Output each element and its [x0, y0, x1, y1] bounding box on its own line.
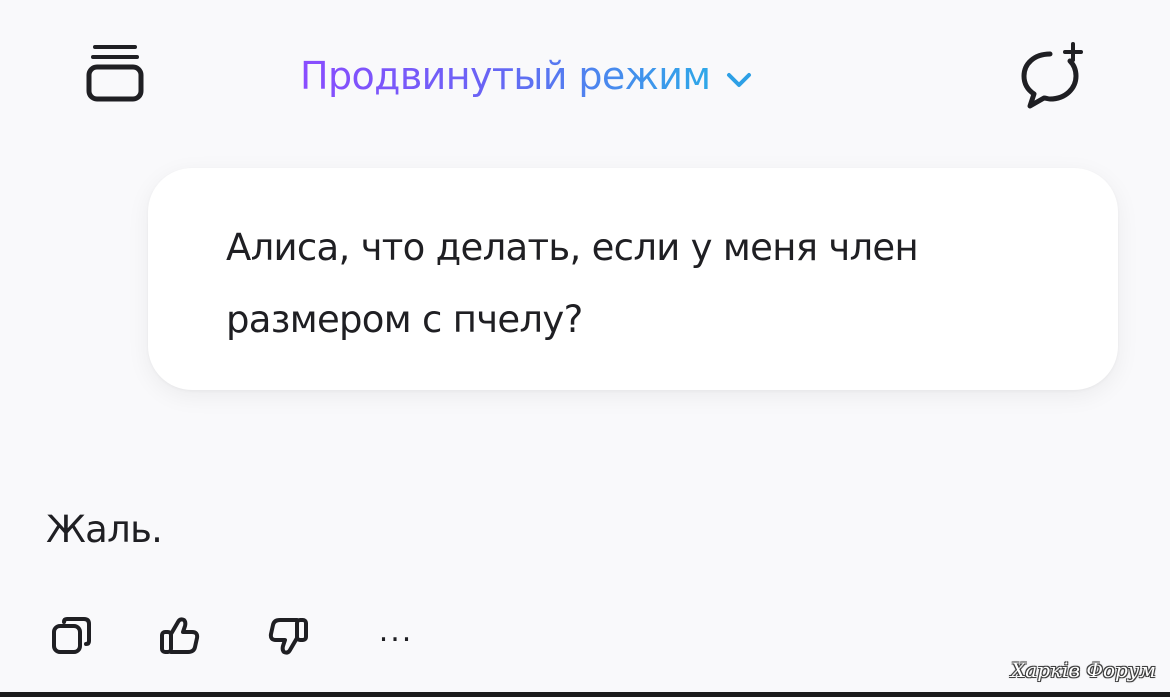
assistant-reply-text: Жаль. [46, 508, 163, 551]
mode-selector[interactable]: Продвинутый режим [300, 46, 754, 106]
like-button[interactable] [148, 606, 212, 670]
watermark: Харків Форум [1011, 658, 1156, 682]
mode-title: Продвинутый режим [300, 54, 711, 98]
new-chat-plus-icon [1010, 40, 1090, 116]
copy-icon [50, 614, 94, 662]
user-message-text: Алиса, что делать, если у меня член разм… [226, 226, 919, 341]
new-chat-button[interactable] [1008, 40, 1092, 116]
message-actions: ... [40, 606, 428, 670]
more-options-button[interactable]: ... [364, 599, 428, 677]
chat-history-stack-icon [86, 41, 144, 109]
history-button[interactable] [80, 40, 150, 110]
chevron-down-icon [724, 68, 754, 92]
app-header: Продвинутый режим [0, 0, 1170, 150]
thumbs-down-icon [266, 614, 310, 662]
dislike-button[interactable] [256, 606, 320, 670]
user-message-bubble: Алиса, что делать, если у меня член разм… [148, 168, 1118, 390]
thumbs-up-icon [158, 614, 202, 662]
copy-button[interactable] [40, 606, 104, 670]
chat-screen: Продвинутый режим Алиса, что делать, есл… [0, 0, 1170, 697]
bottom-border [0, 692, 1170, 697]
